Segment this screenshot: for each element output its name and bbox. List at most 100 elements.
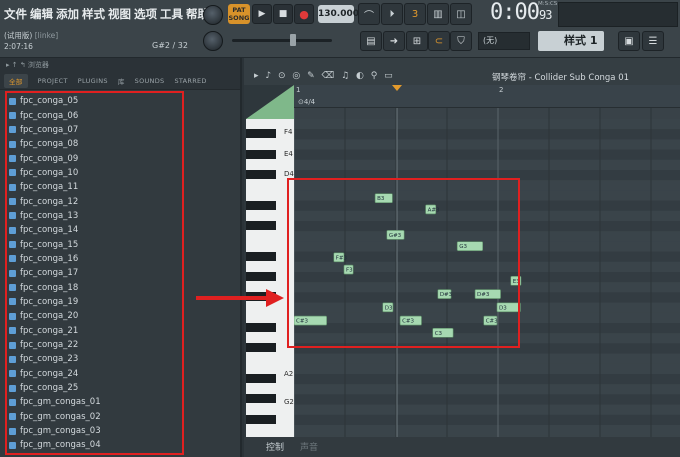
wait-input-button[interactable]: ⏵ (381, 3, 403, 25)
menu-patterns[interactable]: 样式 (82, 6, 105, 22)
piano-roll-title: 钢琴卷帘 - Collider Sub Conga 01 (492, 73, 630, 83)
hat-icon: ⛉ (457, 35, 465, 47)
magnet-snap-button[interactable]: ⊂ (428, 31, 450, 51)
black-key[interactable] (246, 170, 276, 179)
black-key[interactable] (246, 129, 276, 139)
tab-all[interactable]: 全部 (4, 73, 28, 88)
grid-row[interactable] (294, 374, 680, 385)
cpu-meter (558, 2, 678, 27)
record-button[interactable]: ● (294, 4, 314, 24)
key-label: A2 (284, 369, 294, 378)
play-icon: ▶ (258, 9, 266, 19)
menu-view[interactable]: 视图 (108, 6, 131, 22)
browser-header: ▸ ↑ ↰ 浏览器 (0, 58, 240, 72)
snap-dropdown[interactable]: (无) (478, 32, 530, 50)
mixer-button[interactable]: ☰ (642, 31, 664, 51)
grid-row[interactable] (294, 404, 680, 415)
black-key[interactable] (246, 394, 276, 404)
bar-number: 2 (499, 86, 504, 94)
time-format-label: M:S:CS (538, 1, 558, 7)
grid-row[interactable] (294, 159, 680, 170)
black-key[interactable] (246, 343, 276, 353)
black-key[interactable] (246, 251, 276, 261)
slider-handle[interactable] (290, 34, 296, 46)
blend-button[interactable]: ⊞ (406, 31, 428, 51)
grid-row[interactable] (294, 394, 680, 405)
wait-icon: ⏵ (389, 8, 395, 20)
blend-icon: ⊞ (412, 35, 422, 47)
hat-tool-button[interactable]: ⛉ (450, 31, 472, 51)
grid-row[interactable] (294, 129, 680, 140)
piano-roll-toolbar (244, 58, 680, 70)
loop-record-button[interactable]: ◫ (450, 3, 472, 25)
pattern-selector[interactable]: 样式 1 (538, 31, 604, 51)
grid-row[interactable] (294, 353, 680, 364)
piano-roll-titlebar: ▸ ♪ ⊙ ◎ ✎ ⌫ ♫ ◐ ⚲ ▭ 钢琴卷帘 - Collider Sub … (244, 70, 680, 85)
master-pitch-slider[interactable] (232, 39, 332, 42)
keyboard-icon: ▥ (433, 8, 443, 20)
tab-library[interactable]: 库 (118, 76, 125, 86)
countdown-icon: 3 (411, 8, 419, 20)
arrow-tool-button[interactable]: ➜ (383, 31, 405, 51)
control-label[interactable]: 控制 (266, 440, 284, 453)
tab-sounds[interactable]: SOUNDS (135, 77, 165, 85)
metronome-icon: ⌒ (364, 10, 374, 22)
black-key[interactable] (246, 149, 276, 159)
loop-icon: ◫ (456, 8, 466, 20)
browser-tabs: 全部 PROJECT PLUGINS 库 SOUNDS STARRED (0, 72, 240, 90)
bar-number: 1 (296, 86, 301, 94)
grid-row[interactable] (294, 425, 680, 436)
menu-bar: 文件 编辑 添加 样式 视图 选项 工具 帮助 (4, 6, 209, 22)
menu-add[interactable]: 添加 (56, 6, 79, 22)
stop-icon: ■ (278, 9, 288, 19)
timeline-ruler[interactable]: 1 2 (294, 85, 680, 108)
playlist-icon: ▣ (624, 35, 634, 47)
piano-roll-tools[interactable]: ▸ ♪ ⊙ ◎ ✎ ⌫ ♫ ◐ ⚲ ▭ (254, 71, 395, 81)
pointer-arrow (196, 289, 284, 307)
metronome-button[interactable]: ⌒ (358, 3, 380, 25)
grid-row[interactable] (294, 119, 680, 130)
main-toolbar: 文件 编辑 添加 样式 视图 选项 工具 帮助 (试用版) [linke] 2:… (0, 0, 680, 58)
grid-row[interactable] (294, 139, 680, 150)
master-pitch-knob[interactable] (203, 31, 223, 51)
grid-row[interactable] (294, 414, 680, 425)
playhead-marker[interactable] (392, 85, 402, 91)
step-edit-button[interactable]: ▥ (427, 3, 449, 25)
black-key[interactable] (246, 200, 276, 210)
project-hint: [linke] (34, 31, 59, 40)
menu-file[interactable]: 文件 (4, 6, 27, 22)
highlight-box-notes (287, 178, 520, 348)
event-editor-bar: 控制 声音 (244, 437, 680, 457)
key-label: G2 (284, 398, 294, 407)
mixer-icon: ☰ (648, 35, 658, 47)
stop-button[interactable]: ■ (273, 4, 293, 24)
menu-tools[interactable]: 工具 (160, 6, 183, 22)
black-key[interactable] (246, 221, 276, 230)
black-key[interactable] (246, 414, 276, 424)
control-label-secondary[interactable]: 声音 (300, 440, 318, 453)
magnet-icon: ⊂ (434, 35, 444, 47)
grid-row[interactable] (294, 363, 680, 374)
tab-project[interactable]: PROJECT (38, 77, 68, 85)
time-signature: ⊙4/4 (298, 98, 316, 106)
black-key[interactable] (246, 272, 276, 281)
grid-row[interactable] (294, 384, 680, 395)
playlist-button[interactable]: ▣ (618, 31, 640, 51)
typing-keyboard-button[interactable]: ▤ (360, 31, 382, 51)
grid-row[interactable] (294, 149, 680, 160)
black-key[interactable] (246, 323, 276, 332)
play-button[interactable]: ▶ (252, 4, 272, 24)
master-volume-knob[interactable] (203, 5, 223, 25)
arrow-icon: ➜ (389, 35, 399, 47)
black-key[interactable] (246, 374, 276, 383)
tab-starred[interactable]: STARRED (174, 77, 206, 85)
pat-song-toggle[interactable]: PAT SONG (228, 4, 250, 24)
tempo-display[interactable]: 130.000 (318, 5, 359, 23)
menu-options[interactable]: 选项 (134, 6, 157, 22)
corner-triangle (246, 85, 294, 119)
tab-plugins[interactable]: PLUGINS (78, 77, 108, 85)
menu-edit[interactable]: 编辑 (30, 6, 53, 22)
highlight-box-browser (5, 91, 184, 455)
countdown-button[interactable]: 3 (404, 3, 426, 25)
record-icon: ● (299, 7, 309, 21)
